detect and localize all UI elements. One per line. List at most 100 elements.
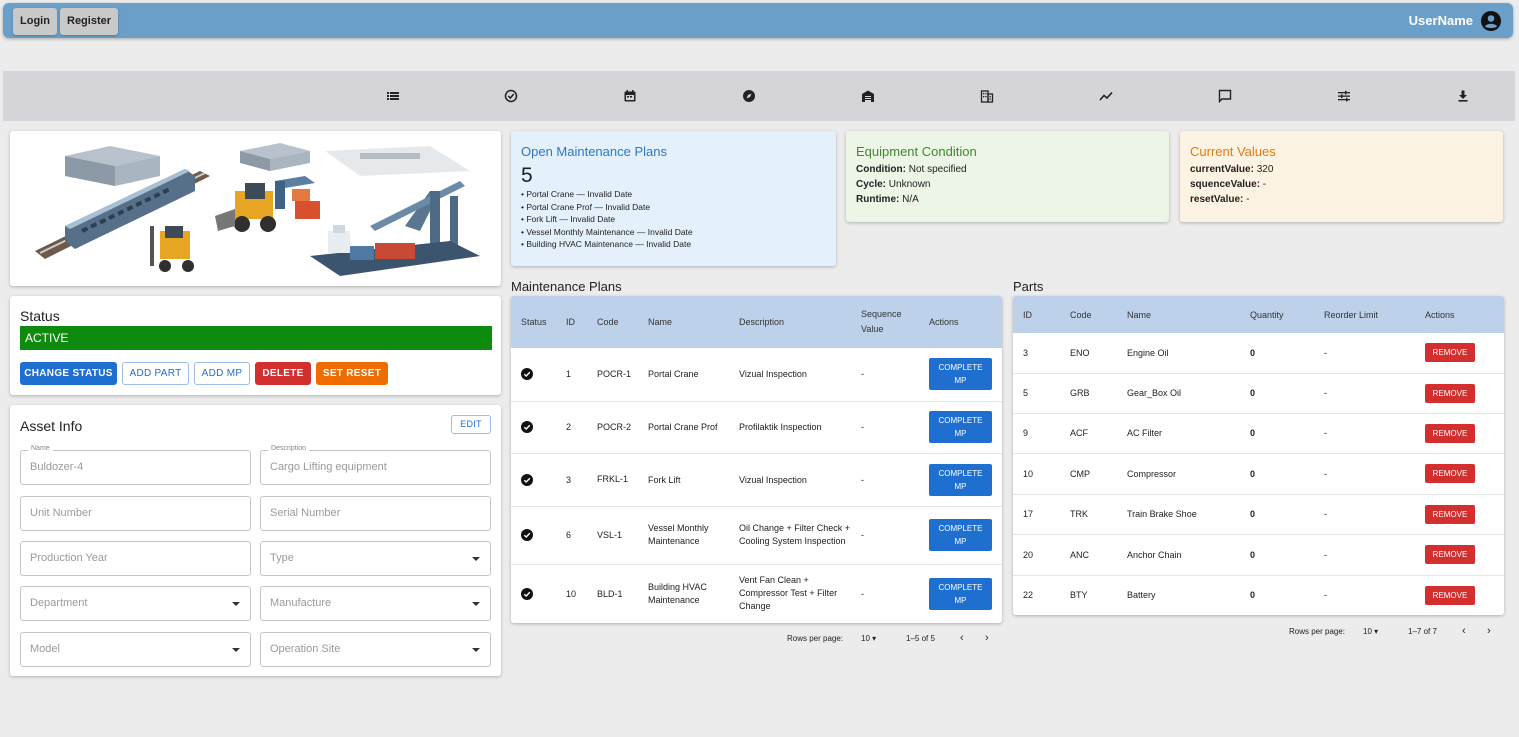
col-header-name[interactable]: Name [638, 296, 729, 348]
remove-part-button[interactable]: REMOVE [1425, 343, 1475, 363]
description-field-label: Description [268, 444, 310, 454]
mp-code: POCR-1 [587, 348, 638, 402]
rows-per-page-select[interactable]: 10 ▾ [1363, 627, 1378, 636]
mp-sequence: - [851, 348, 919, 402]
part-id: 20 [1013, 534, 1060, 576]
add-mp-button[interactable]: ADD MP [194, 362, 250, 385]
prev-page-icon[interactable]: ‹ [960, 632, 964, 644]
username-label[interactable]: UserName [1409, 13, 1473, 28]
calendar-icon[interactable] [623, 89, 637, 103]
mp-id: 2 [556, 401, 587, 454]
list-icon[interactable] [386, 89, 400, 103]
col-header-id[interactable]: ID [1013, 296, 1060, 333]
part-code: ACF [1060, 413, 1117, 454]
part-code: ENO [1060, 333, 1117, 374]
col-header-code[interactable]: Code [1060, 296, 1117, 333]
register-button[interactable]: Register [60, 8, 119, 35]
next-page-icon[interactable]: › [985, 632, 989, 644]
set-reset-button[interactable]: SET RESET [316, 362, 388, 385]
remove-part-button[interactable]: REMOVE [1425, 585, 1475, 605]
mp-name: Fork Lift [638, 453, 729, 507]
manufacture-select[interactable]: Manufacture [260, 586, 491, 621]
chevron-down-icon [472, 648, 480, 652]
serial-number-field[interactable]: Serial Number [260, 496, 491, 531]
open-maintenance-plans-card: Open Maintenance Plans 5 • Portal Crane … [511, 131, 836, 266]
mp-description: Vizual Inspection [729, 453, 851, 507]
sliders-icon[interactable] [1337, 89, 1351, 103]
col-header-reorder-limit[interactable]: Reorder Limit [1314, 296, 1415, 333]
type-select[interactable]: Type [260, 541, 491, 576]
asset-info-title: Asset Info [20, 418, 83, 434]
description-field[interactable]: Description Cargo Lifting equipment [260, 444, 491, 485]
reset-value-label: resetValue: [1190, 194, 1244, 205]
remove-part-button[interactable]: REMOVE [1425, 383, 1475, 403]
next-page-icon[interactable]: › [1487, 625, 1491, 637]
rows-per-page-select[interactable]: 10 ▾ [861, 634, 876, 643]
part-quantity: 0 [1240, 333, 1314, 374]
remove-part-button[interactable]: REMOVE [1425, 423, 1475, 443]
col-header-name[interactable]: Name [1117, 296, 1240, 333]
col-header-actions[interactable]: Actions [1415, 296, 1504, 333]
edit-button[interactable]: EDIT [451, 415, 491, 434]
complete-mp-button[interactable]: COMPLETE MP [929, 519, 992, 551]
col-header-actions[interactable]: Actions [919, 296, 1002, 348]
production-year-field[interactable]: Production Year [20, 541, 251, 576]
download-icon[interactable] [1456, 89, 1470, 103]
asset-info-card: Asset Info EDIT Name Buldozer-4 Descript… [10, 405, 501, 676]
open-plan-item: • Building HVAC Maintenance — Invalid Da… [521, 239, 692, 250]
complete-mp-button[interactable]: COMPLETE MP [929, 463, 992, 496]
chat-icon[interactable] [1218, 89, 1232, 103]
reset-value: - [1243, 194, 1250, 205]
equipment-illustration-card [10, 131, 501, 286]
building-icon[interactable] [980, 89, 994, 103]
col-header-sequence-value[interactable]: Sequence Value [851, 296, 919, 348]
model-select[interactable]: Model [20, 632, 251, 667]
condition-value: Not specified [905, 164, 967, 175]
remove-part-button[interactable]: REMOVE [1425, 545, 1475, 564]
part-reorder-limit: - [1314, 453, 1415, 495]
remove-part-button[interactable]: REMOVE [1425, 464, 1475, 483]
part-id: 9 [1013, 413, 1060, 454]
part-id: 17 [1013, 494, 1060, 535]
col-header-code[interactable]: Code [587, 296, 638, 348]
complete-mp-button[interactable]: COMPLETE MP [929, 358, 992, 391]
complete-mp-button[interactable]: COMPLETE MP [929, 411, 992, 443]
col-header-description[interactable]: Description [729, 296, 851, 348]
check-circle-icon[interactable] [504, 89, 518, 103]
name-field[interactable]: Name Buldozer-4 [20, 444, 251, 485]
prev-page-icon[interactable]: ‹ [1462, 625, 1466, 637]
status-badge: ACTIVE [20, 326, 492, 350]
unit-number-field[interactable]: Unit Number [20, 496, 251, 531]
open-plans-title: Open Maintenance Plans [521, 144, 667, 159]
operation-site-select[interactable]: Operation Site [260, 632, 491, 667]
change-status-button[interactable]: CHANGE STATUS [20, 362, 117, 385]
department-select[interactable]: Department [20, 586, 251, 621]
chart-line-icon[interactable] [1099, 89, 1113, 103]
open-plans-count: 5 [521, 164, 533, 187]
remove-part-button[interactable]: REMOVE [1425, 504, 1475, 524]
col-header-id[interactable]: ID [556, 296, 587, 348]
mp-sequence: - [851, 506, 919, 565]
warehouse-icon[interactable] [861, 89, 875, 103]
mp-sequence: - [851, 453, 919, 507]
department-placeholder: Department [30, 597, 88, 609]
part-code: ANC [1060, 534, 1117, 576]
delete-button[interactable]: DELETE [255, 362, 311, 385]
mp-id: 3 [556, 453, 587, 507]
part-name: Compressor [1117, 453, 1240, 495]
parts-title: Parts [1013, 279, 1044, 294]
cycle-value: Unknown [886, 179, 931, 190]
add-part-button[interactable]: ADD PART [122, 362, 189, 385]
login-button[interactable]: Login [13, 8, 57, 35]
mp-description: Profilaktik Inspection [729, 401, 851, 454]
account-circle-icon[interactable] [1481, 11, 1501, 31]
table-row: 2 POCR-2 Portal Crane Prof Profilaktik I… [511, 401, 1002, 454]
compass-icon[interactable] [742, 89, 756, 103]
mp-sequence: - [851, 564, 919, 623]
complete-mp-button[interactable]: COMPLETE MP [929, 577, 992, 610]
col-header-quantity[interactable]: Quantity [1240, 296, 1314, 333]
table-row: 3 ENO Engine Oil 0 - REMOVE [1013, 333, 1504, 374]
mp-description: Vent Fan Clean + Compressor Test + Filte… [729, 564, 851, 623]
col-header-status[interactable]: Status [511, 296, 556, 348]
part-quantity: 0 [1240, 575, 1314, 615]
